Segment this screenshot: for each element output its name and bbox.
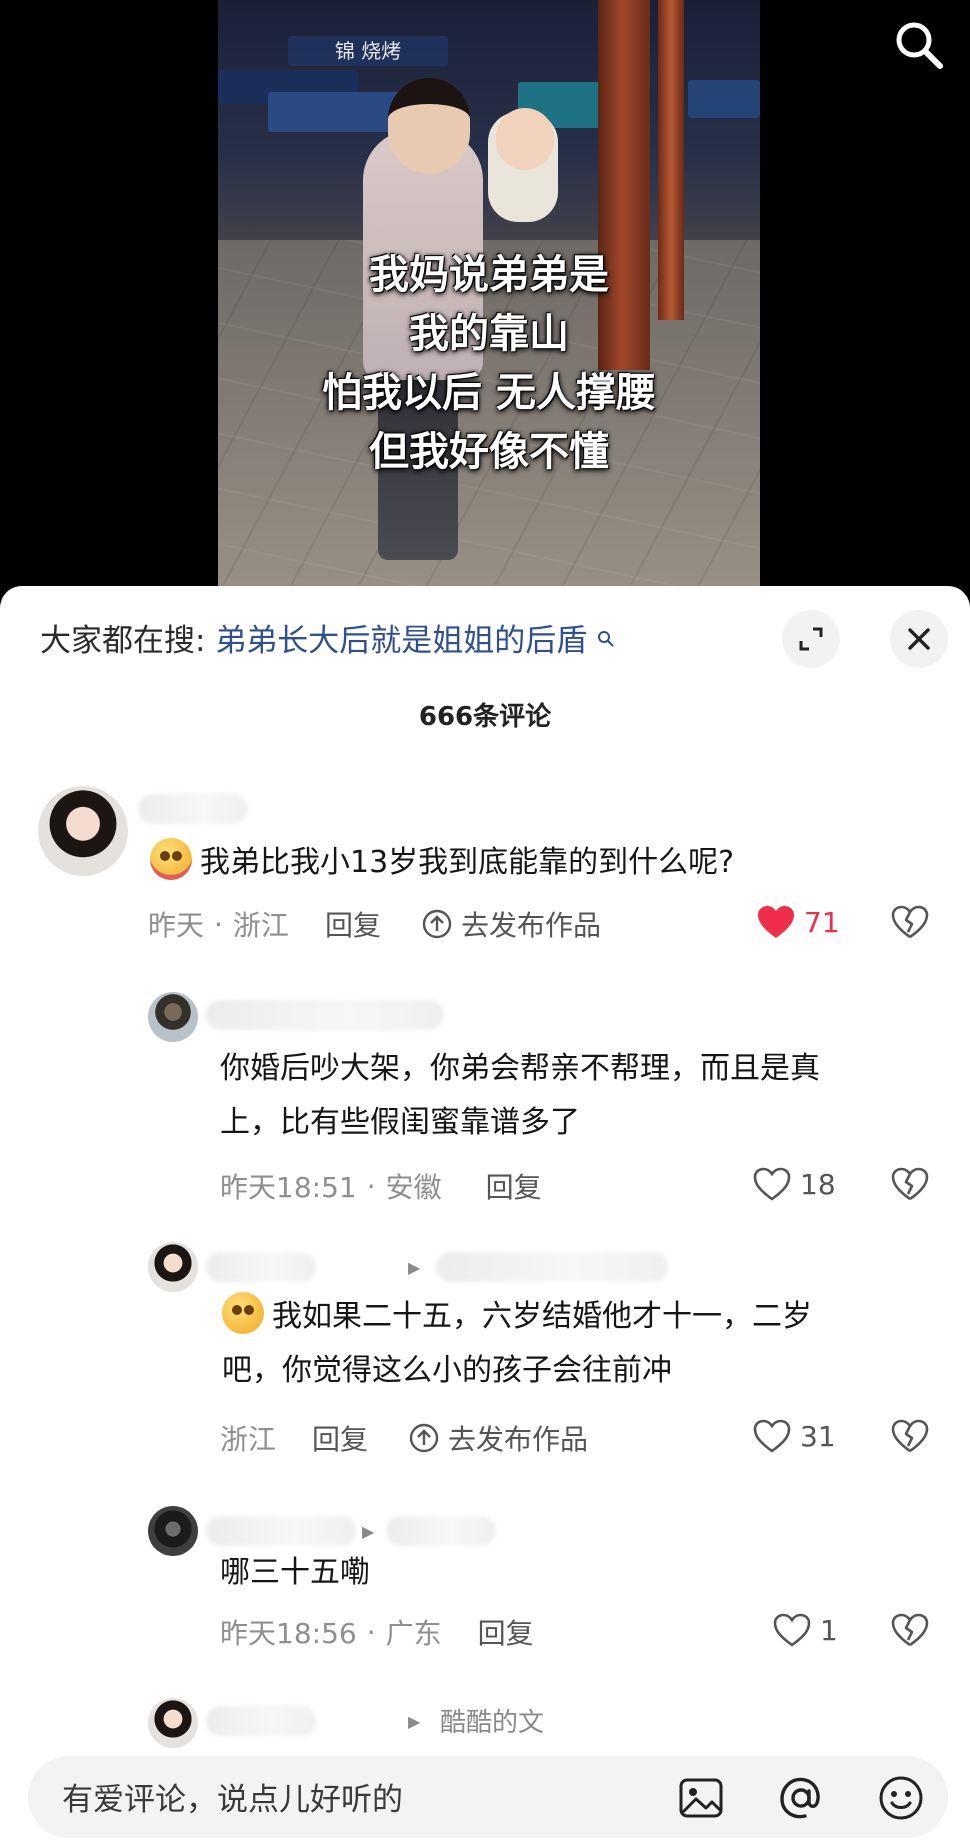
expand-button[interactable]: [782, 610, 840, 668]
search-term-link[interactable]: 弟弟长大后就是姐姐的后盾: [215, 623, 587, 659]
broken-heart-icon: [891, 905, 929, 939]
child-head: [496, 108, 554, 170]
emoji-tongue-icon: [150, 838, 192, 880]
comment-meta: 昨天18:56 · 广东 回复: [220, 1612, 534, 1652]
close-icon: [908, 628, 930, 650]
reply-arrow-icon: ▶: [408, 1258, 421, 1277]
comment-meta: 昨天 · 浙江 回复 去发布作品: [148, 904, 601, 944]
upload-icon: [409, 1423, 439, 1453]
caption-line: 但我好像不懂: [369, 429, 609, 475]
like-button[interactable]: 31: [752, 1418, 836, 1454]
comment-text: 你婚后吵大架，你弟会帮亲不帮理，而且是真 上，比有些假闺蜜靠谱多了: [220, 1051, 820, 1140]
like-button[interactable]: 1: [772, 1612, 838, 1648]
person-head: [388, 78, 470, 174]
comment-time: 昨天18:51: [220, 1171, 357, 1204]
caption-line: 我妈说弟弟是: [369, 252, 609, 298]
like-button[interactable]: 71: [756, 904, 840, 940]
small-search-icon: [597, 629, 615, 653]
heart-outline-icon: [753, 1167, 791, 1201]
dislike-button[interactable]: [890, 1612, 930, 1652]
reply-to-name[interactable]: 酷酷的文: [440, 1702, 544, 1739]
publish-button[interactable]: 去发布作品: [408, 1418, 588, 1458]
caption-line: 怕我以后 无人撑腰: [322, 370, 656, 416]
comment-location: 浙江: [220, 1423, 277, 1456]
broken-heart-icon: [891, 1419, 929, 1453]
username-blurred[interactable]: [206, 1706, 316, 1736]
neon-sign: 锦 烧烤: [288, 36, 448, 66]
upload-icon: [422, 909, 452, 939]
comment-count: 666条评论: [418, 702, 552, 732]
reply-to-blurred[interactable]: [386, 1516, 496, 1546]
dislike-button[interactable]: [890, 1166, 930, 1206]
like-count: 1: [820, 1613, 838, 1647]
heart-outline-icon: [773, 1613, 811, 1647]
dislike-button[interactable]: [890, 904, 930, 944]
like-count: 71: [804, 905, 840, 939]
video-player[interactable]: 锦 烧烤 我妈说弟弟是 我的靠山 怕我以后 无人撑腰 但我好像不懂: [0, 0, 970, 600]
avatar[interactable]: [148, 1698, 198, 1748]
comment-sheet: 大家都在搜: 弟弟长大后就是姐姐的后盾 666条评论 我弟比我小13岁我到底能靠…: [0, 586, 970, 1846]
like-count: 18: [800, 1167, 836, 1201]
heart-outline-icon: [753, 1419, 791, 1453]
reply-button[interactable]: 回复: [325, 904, 381, 944]
search-suggestion[interactable]: 大家都在搜: 弟弟长大后就是姐姐的后盾: [40, 616, 615, 666]
reply-arrow-icon: ▶: [408, 1712, 421, 1731]
emoji-thinking-icon: [222, 1292, 264, 1334]
broken-heart-icon: [891, 1167, 929, 1201]
dislike-button[interactable]: [890, 1418, 930, 1458]
comment-text: 哪三十五嘞: [220, 1555, 370, 1590]
comment-time: 昨天: [148, 909, 205, 942]
heart-filled-icon: [758, 906, 794, 938]
search-icon[interactable]: [890, 16, 948, 74]
expand-icon: [799, 627, 823, 651]
comment-input[interactable]: 有爱评论，说点儿好听的: [28, 1756, 948, 1838]
comment-location: 广东: [385, 1617, 442, 1650]
broken-heart-icon: [891, 1613, 929, 1647]
avatar[interactable]: [38, 786, 128, 876]
search-prefix: 大家都在搜:: [40, 623, 206, 659]
video-caption: 我妈说弟弟是 我的靠山 怕我以后 无人撑腰 但我好像不懂: [218, 246, 760, 482]
comment-text: 我如果二十五，六岁结婚他才十一，二岁 吧，你觉得这么小的孩子会往前冲: [222, 1290, 952, 1398]
like-button[interactable]: 18: [752, 1166, 836, 1202]
reply-button[interactable]: 回复: [486, 1166, 542, 1206]
image-icon[interactable]: [674, 1771, 728, 1825]
comment-location: 安徽: [385, 1171, 442, 1204]
avatar[interactable]: [148, 1242, 198, 1292]
comment-time: 昨天18:56: [220, 1617, 357, 1650]
reply-button[interactable]: 回复: [478, 1612, 534, 1652]
username-blurred[interactable]: [138, 794, 248, 824]
like-count: 31: [800, 1419, 836, 1453]
reply-to-blurred[interactable]: [436, 1252, 668, 1282]
username-blurred[interactable]: [206, 1516, 356, 1546]
publish-button[interactable]: 去发布作品: [421, 904, 601, 944]
comment-location: 浙江: [232, 909, 289, 942]
caption-line: 我的靠山: [409, 311, 569, 357]
avatar[interactable]: [148, 1506, 198, 1556]
avatar[interactable]: [148, 992, 198, 1042]
emoji-icon[interactable]: [874, 1771, 928, 1825]
username-blurred[interactable]: [206, 1252, 316, 1282]
comment-input-placeholder: 有爱评论，说点儿好听的: [62, 1782, 403, 1818]
reply-arrow-icon: ▶: [362, 1522, 375, 1541]
reply-button[interactable]: 回复: [312, 1418, 368, 1458]
at-icon[interactable]: [774, 1771, 828, 1825]
username-blurred[interactable]: [206, 1000, 444, 1030]
comment-meta: 昨天18:51 · 安徽 回复: [220, 1166, 542, 1206]
close-button[interactable]: [890, 610, 948, 668]
comment-text: 我弟比我小13岁我到底能靠的到什么呢?: [150, 836, 734, 890]
comment-meta: 浙江 回复 去发布作品: [220, 1418, 588, 1458]
shop-sign: [688, 80, 760, 118]
